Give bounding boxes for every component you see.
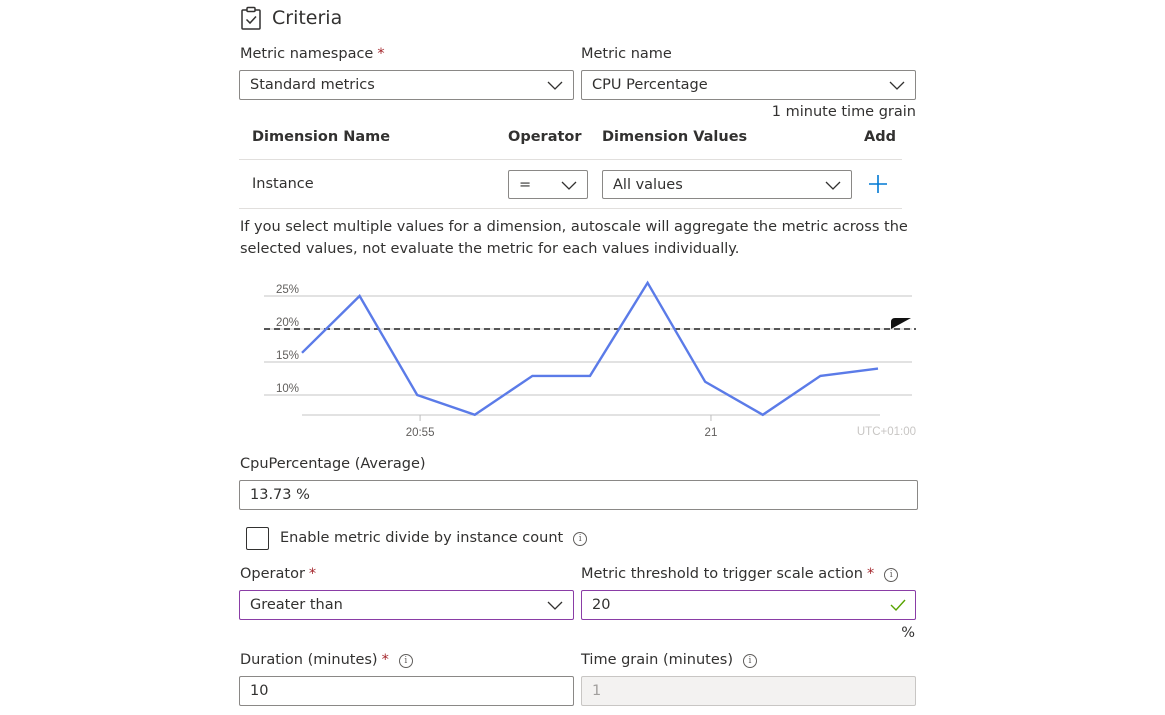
threshold-value: 20	[592, 597, 611, 613]
operator-value: Greater than	[250, 597, 343, 613]
y-tick-label: 25%	[276, 284, 299, 296]
metric-chart: 25% 20% 15% 10% 20:55 21 UTC+01:00	[264, 280, 916, 439]
duration-input[interactable]: 10	[239, 676, 574, 706]
divide-by-instance-text: Enable metric divide by instance count	[280, 530, 564, 546]
operator-select[interactable]: Greater than	[239, 590, 574, 620]
duration-label: Duration (minutes) * i	[240, 652, 413, 668]
checkmark-icon	[890, 598, 906, 616]
info-icon[interactable]: i	[884, 568, 899, 582]
current-value-label: CpuPercentage (Average)	[240, 456, 426, 472]
y-tick-label: 15%	[276, 350, 299, 362]
chevron-down-icon	[547, 599, 563, 615]
y-tick-label: 20%	[276, 317, 299, 329]
required-asterisk: *	[866, 566, 875, 582]
required-asterisk: *	[381, 652, 389, 668]
current-value-text: 13.73 %	[250, 487, 310, 503]
x-tick-label: 20:55	[406, 427, 435, 439]
divide-by-instance-checkbox[interactable]	[246, 527, 269, 550]
threshold-input[interactable]: 20	[581, 590, 916, 620]
duration-label-text: Duration (minutes)	[240, 652, 378, 668]
time-grain-label-text: Time grain (minutes)	[581, 652, 733, 668]
threshold-handle	[891, 318, 911, 329]
time-grain-input: 1	[581, 676, 916, 706]
operator-label-text: Operator	[240, 566, 305, 582]
info-icon[interactable]: i	[398, 654, 413, 668]
threshold-unit: %	[901, 625, 915, 641]
current-value-field[interactable]: 13.73 %	[239, 480, 918, 510]
info-icon[interactable]: i	[573, 532, 588, 546]
duration-value: 10	[250, 683, 269, 699]
time-grain-label: Time grain (minutes) i	[581, 652, 757, 668]
required-asterisk: *	[308, 566, 317, 582]
divide-by-instance-label: Enable metric divide by instance count i	[280, 530, 588, 546]
timezone-label: UTC+01:00	[857, 426, 916, 438]
threshold-label-text: Metric threshold to trigger scale action	[581, 566, 863, 582]
y-tick-label: 10%	[276, 383, 299, 395]
x-tick-label: 21	[705, 427, 718, 439]
info-icon[interactable]: i	[742, 654, 757, 668]
threshold-label: Metric threshold to trigger scale action…	[581, 566, 899, 582]
operator-label: Operator *	[240, 566, 316, 582]
time-grain-value: 1	[592, 683, 602, 699]
